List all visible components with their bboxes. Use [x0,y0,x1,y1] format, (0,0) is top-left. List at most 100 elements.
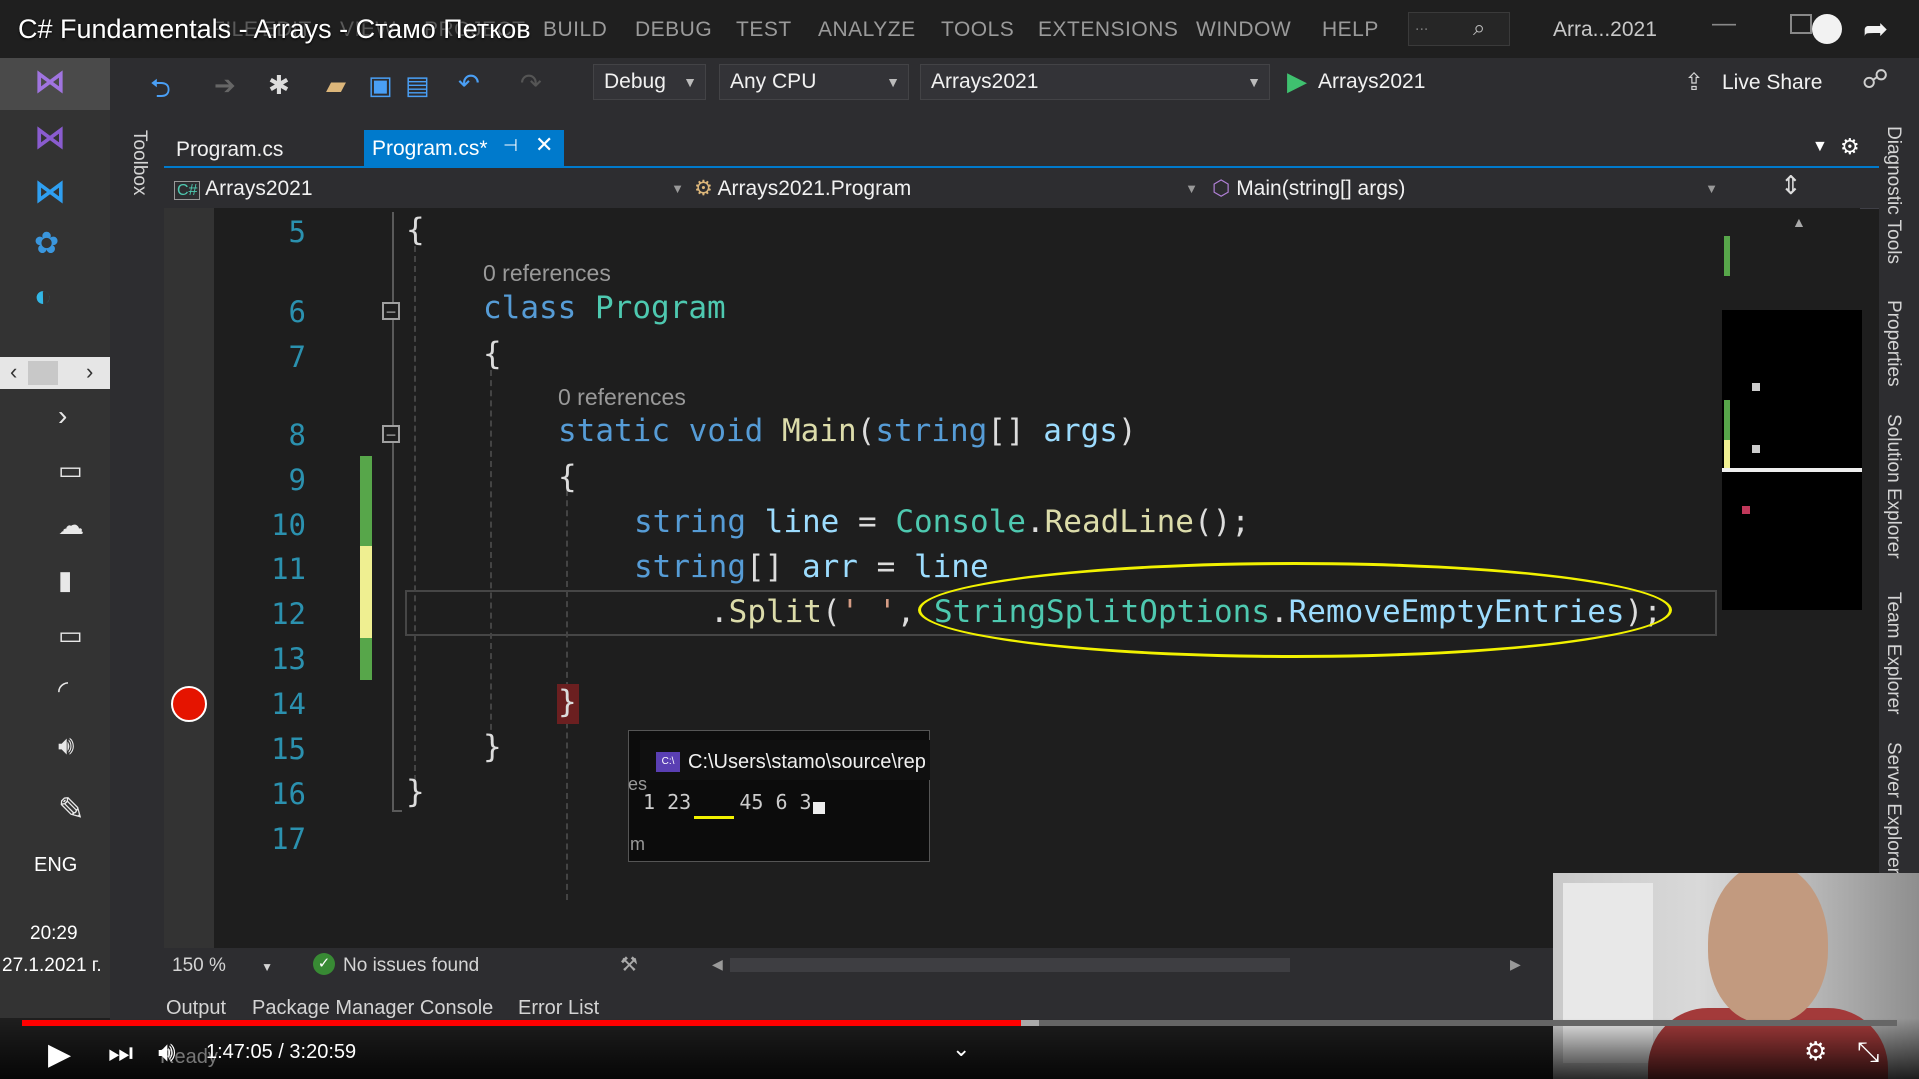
minimap-viewport[interactable] [1722,310,1862,610]
type-dropdown[interactable]: ⚙ Arrays2021.Program ▼ [694,174,1198,204]
save-all-icon[interactable]: ▤ [405,70,430,101]
breakpoint-icon[interactable] [171,686,207,722]
exit-fullscreen-icon[interactable]: ⤡ [1857,1036,1879,1069]
next-icon[interactable]: ⏭ [108,1037,133,1070]
collapse-icon[interactable]: − [382,302,400,321]
tab-output[interactable]: Output [166,997,226,1020]
tab-program-cs[interactable]: Program.cs [164,130,354,166]
tab-package-manager-console[interactable]: Package Manager Console [252,997,493,1020]
forward-icon[interactable]: ➔ [214,70,236,101]
member-dropdown[interactable]: ⬡ Main(string[] args) ▼ [1212,174,1718,204]
code-line-7[interactable]: { [483,336,502,372]
code-line-11[interactable]: string[] arr = line [634,549,989,585]
split-icon[interactable]: ⇕ [1780,170,1802,201]
code-line-16[interactable]: } [406,774,425,810]
pen-icon[interactable]: ✎ [58,790,85,828]
clock-icon[interactable] [1812,14,1842,44]
chevron-down-icon[interactable]: ▼ [1812,138,1828,156]
startup-project-select[interactable]: Arrays2021 ▼ [920,64,1270,100]
platform-select[interactable]: Any CPU ▼ [719,64,909,100]
chevron-down-icon[interactable]: ⌄ [952,1036,970,1062]
feedback-icon[interactable]: ☍ [1862,64,1888,95]
menu-window[interactable]: WINDOW [1196,18,1291,42]
code-line-10[interactable]: string line = Console.ReadLine(); [634,504,1250,540]
tab-server-explorer[interactable]: Server Explorer [1882,742,1904,874]
edge-icon[interactable]: ◐ [34,280,52,314]
tab-error-list[interactable]: Error List [518,997,599,1020]
run-icon[interactable]: ▶ [1287,66,1307,97]
project-dropdown[interactable]: C# Arrays2021 ▼ [174,174,684,204]
close-icon[interactable]: ✕ [535,132,553,158]
volume-icon[interactable]: 🔊︎ [158,1036,176,1069]
scroll-left-icon[interactable]: ◀ [712,956,723,973]
language-indicator[interactable]: ENG [34,854,77,877]
clock-time[interactable]: 20:29 [30,923,78,945]
search-box[interactable]: ... ⌕ [1408,12,1510,46]
tab-program-cs-modified[interactable]: Program.cs* [364,130,564,166]
collapse-icon[interactable]: − [382,425,400,444]
visual-studio-icon[interactable]: ⋈ [34,62,66,100]
code-line-15[interactable]: } [483,729,502,765]
scroll-up-icon[interactable]: ▲ [1792,214,1806,230]
menu-test[interactable]: TEST [736,18,792,42]
cloud-icon[interactable]: ☁ [58,510,84,541]
brush-icon[interactable]: ⚒ [620,952,638,977]
minimize-icon[interactable]: — [1712,10,1736,38]
menu-help[interactable]: HELP [1322,18,1379,42]
configuration-select[interactable]: Debug ▼ [593,64,706,100]
tab-solution-explorer[interactable]: Solution Explorer [1882,414,1904,559]
chevron-left-icon[interactable]: ‹ [10,359,17,385]
scroll-right-icon[interactable]: ▶ [1510,956,1521,973]
wifi-icon[interactable]: ◜ [58,675,68,706]
line-number: 17 [271,822,306,856]
issues-status[interactable]: No issues found [343,955,479,977]
play-icon[interactable]: ▶ [48,1037,71,1072]
live-share-icon[interactable]: ⇪ [1684,68,1704,97]
visual-studio-icon[interactable]: ⋈ [34,118,66,156]
outline-guide [392,810,402,812]
share-icon[interactable]: ➦ [1863,12,1888,47]
battery-icon[interactable]: ▭ [58,620,83,651]
code-line-5[interactable]: { [406,212,425,248]
chevron-right-icon[interactable]: › [58,400,67,432]
vscode-icon[interactable]: ⋈ [34,172,66,210]
restore-icon[interactable] [1790,14,1812,34]
live-share-button[interactable]: Live Share [1722,71,1822,95]
run-button[interactable]: Arrays2021 [1318,70,1425,94]
gear-icon[interactable]: ⚙ [1840,134,1860,160]
pin-icon[interactable]: ⊣ [503,136,518,156]
zoom-dropdown[interactable]: 150 % ▼ [172,955,273,977]
code-line-9[interactable]: { [558,459,577,495]
toolbox-tab[interactable]: Toolbox [128,130,150,196]
references-codelens[interactable]: 0 references [483,260,611,287]
tab-diagnostic-tools[interactable]: Diagnostic Tools [1882,126,1904,264]
glyph-margin[interactable] [164,208,214,948]
chevron-right-icon[interactable]: › [86,359,93,385]
code-line-8[interactable]: static void Main(string[] args) [558,413,1137,449]
scroll-thumb[interactable] [28,361,58,385]
save-icon[interactable]: ▣ [368,70,393,101]
tab-properties[interactable]: Properties [1882,300,1904,387]
open-folder-icon[interactable]: ▰ [326,70,346,101]
code-line-14[interactable]: } [558,684,577,720]
code-line-6[interactable]: class Program [483,290,726,326]
horizontal-scrollbar[interactable] [730,958,1290,972]
new-item-icon[interactable]: ✱ [268,70,290,101]
menu-build[interactable]: BUILD [543,18,607,42]
clock-date[interactable]: 27.1.2021 г. [2,955,102,977]
tab-team-explorer[interactable]: Team Explorer [1882,592,1904,715]
menu-debug[interactable]: DEBUG [635,18,712,42]
menu-extensions[interactable]: EXTENSIONS [1038,18,1178,42]
menu-analyze[interactable]: ANALYZE [818,18,916,42]
speaker-icon[interactable]: 🔊︎ [58,730,74,762]
taskbar-scroll[interactable]: ‹ › [0,357,110,389]
references-codelens[interactable]: 0 references [558,384,686,411]
back-icon[interactable]: ⮌ [150,70,171,114]
menu-tools[interactable]: TOOLS [941,18,1014,42]
app-icon[interactable]: ✿ [34,226,59,261]
screen-icon[interactable]: ▭ [58,455,83,486]
redo-icon[interactable]: ↷ [520,68,542,99]
undo-icon[interactable]: ↶ [458,68,480,99]
settings-hd-icon[interactable]: ⚙ [1804,1036,1827,1067]
usb-icon[interactable]: ▮ [58,565,72,596]
